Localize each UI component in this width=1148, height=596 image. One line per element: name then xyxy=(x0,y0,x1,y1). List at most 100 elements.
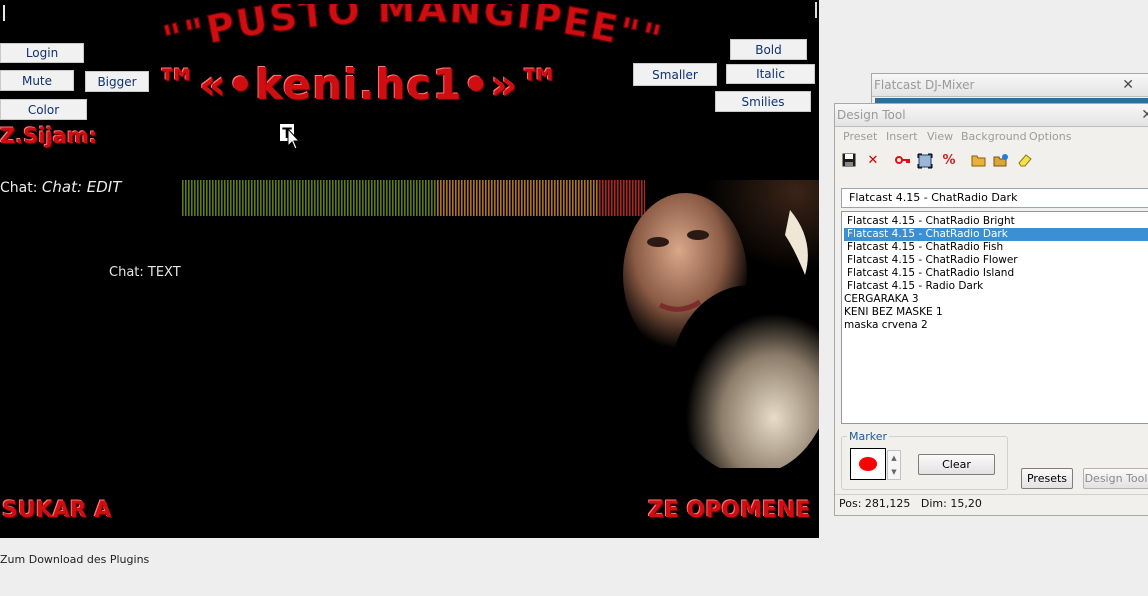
meter-stripe xyxy=(509,180,511,216)
status-dimension: Dim: 15,20 xyxy=(920,497,982,510)
meter-stripe xyxy=(500,180,502,216)
meter-stripe xyxy=(539,180,541,216)
preset-list-item[interactable]: KENI BEZ MASKE 1 xyxy=(842,306,1148,319)
preset-list-item[interactable]: Flatcast 4.15 - Radio Dark xyxy=(842,280,1148,293)
menu-view[interactable]: View xyxy=(927,130,953,143)
meter-stripe xyxy=(566,180,568,216)
meter-stripe xyxy=(557,180,559,216)
meter-stripe xyxy=(254,180,256,216)
meter-stripe xyxy=(347,180,349,216)
preset-list-item[interactable]: Flatcast 4.15 - ChatRadio Island xyxy=(842,267,1148,280)
menu-preset[interactable]: Preset xyxy=(843,130,877,143)
key-icon[interactable] xyxy=(895,153,911,169)
meter-stripe xyxy=(299,180,301,216)
dj-mixer-close-icon[interactable]: ✕ xyxy=(1122,74,1134,96)
preset-list-item[interactable]: Flatcast 4.15 - ChatRadio Flower xyxy=(842,254,1148,267)
menu-options[interactable]: Options xyxy=(1029,130,1071,143)
color-button[interactable]: Color xyxy=(0,99,87,120)
meter-stripe xyxy=(395,180,397,216)
meter-stripe xyxy=(320,180,322,216)
meter-stripe xyxy=(233,180,235,216)
mute-button[interactable]: Mute xyxy=(0,70,74,91)
preset-listbox[interactable]: Flatcast 4.15 - ChatRadio Bright Flatcas… xyxy=(841,211,1148,424)
meter-stripe xyxy=(419,180,421,216)
meter-stripe xyxy=(290,180,292,216)
marquee-left-text: SUKAR A xyxy=(2,498,112,523)
scrollbar-handle[interactable] xyxy=(813,2,819,18)
meter-stripe xyxy=(278,180,280,216)
meter-stripe xyxy=(371,180,373,216)
meter-stripe xyxy=(359,180,361,216)
design-tool-titlebar[interactable]: Design Tool ✕ xyxy=(835,104,1148,127)
marker-spinner[interactable]: ▲ ▼ xyxy=(887,450,901,480)
menu-insert[interactable]: Insert xyxy=(886,130,918,143)
meter-stripe xyxy=(572,180,574,216)
meter-stripe xyxy=(569,180,571,216)
login-button[interactable]: Login xyxy=(0,43,84,63)
design-tool-toolbar: ✕ % xyxy=(839,153,1059,171)
preset-list-item[interactable]: Flatcast 4.15 - ChatRadio Fish xyxy=(842,241,1148,254)
design-tool-button[interactable]: Design Tool xyxy=(1083,468,1148,489)
bold-button[interactable]: Bold xyxy=(730,39,807,60)
meter-stripe xyxy=(410,180,412,216)
meter-stripe xyxy=(269,180,271,216)
refresh-icon[interactable] xyxy=(993,153,1009,169)
dj-mixer-titlebar[interactable]: Flatcast DJ-Mixer ✕ xyxy=(872,74,1148,97)
meter-stripe xyxy=(563,180,565,216)
meter-stripe xyxy=(293,180,295,216)
meter-stripe xyxy=(365,180,367,216)
fit-icon[interactable] xyxy=(917,153,933,169)
portrait-image xyxy=(623,180,819,468)
marquee-right-text: ZE OPOMENE xyxy=(648,498,811,523)
italic-button[interactable]: Italic xyxy=(726,64,815,84)
meter-stripe xyxy=(197,180,199,216)
meter-stripe xyxy=(308,180,310,216)
preset-list-item-selected[interactable]: Flatcast 4.15 - ChatRadio Dark xyxy=(844,228,1148,241)
meter-stripe xyxy=(182,180,184,216)
chat-stage: ""PUSTO MANGIPEE"" ™«•keni.hc1•»™ Z.Sija… xyxy=(0,0,819,538)
delete-icon[interactable]: ✕ xyxy=(865,153,881,169)
meter-stripe xyxy=(584,180,586,216)
menu-background[interactable]: Background xyxy=(961,130,1027,143)
preset-list-item[interactable]: Flatcast 4.15 - ChatRadio Bright xyxy=(842,215,1148,228)
design-tool-close-icon[interactable]: ✕ xyxy=(1141,104,1148,126)
bigger-button[interactable]: Bigger xyxy=(85,71,149,92)
subtitle-keni: ™«•keni.hc1•»™ xyxy=(156,60,562,109)
meter-stripe xyxy=(287,180,289,216)
meter-stripe xyxy=(422,180,424,216)
meter-stripe xyxy=(593,180,595,216)
meter-stripe xyxy=(599,180,601,216)
chat-edit-field[interactable]: Chat: Chat: EDIT xyxy=(0,178,121,196)
clear-button[interactable]: Clear xyxy=(918,454,995,475)
preset-select[interactable]: Flatcast 4.15 - ChatRadio Dark xyxy=(841,188,1148,208)
meter-stripe xyxy=(383,180,385,216)
chat-edit-label: Chat: xyxy=(0,180,38,196)
marker-color-swatch[interactable] xyxy=(850,448,886,480)
meter-stripe xyxy=(479,180,481,216)
eraser-icon[interactable] xyxy=(1017,153,1033,169)
meter-stripe xyxy=(437,180,439,216)
meter-stripe xyxy=(515,180,517,216)
meter-stripe xyxy=(188,180,190,216)
percent-icon[interactable]: % xyxy=(941,153,957,169)
plugin-download-link[interactable]: Zum Download des Plugins xyxy=(0,553,149,566)
meter-stripe xyxy=(356,180,358,216)
meter-stripe xyxy=(392,180,394,216)
smilies-button[interactable]: Smilies xyxy=(715,91,811,112)
meter-stripe xyxy=(524,180,526,216)
meter-stripe xyxy=(377,180,379,216)
preset-list-item[interactable]: CERGARAKA 3 xyxy=(842,293,1148,306)
meter-stripe xyxy=(491,180,493,216)
meter-stripe xyxy=(449,180,451,216)
meter-stripe xyxy=(581,180,583,216)
open-folder-icon[interactable] xyxy=(971,153,987,169)
meter-stripe xyxy=(443,180,445,216)
preset-list-item[interactable]: maska crvena 2 xyxy=(842,319,1148,332)
meter-stripe xyxy=(530,180,532,216)
meter-stripe xyxy=(428,180,430,216)
chat-text-label: Chat: TEXT xyxy=(109,265,181,280)
save-icon[interactable] xyxy=(841,153,857,169)
meter-stripe xyxy=(215,180,217,216)
presets-button[interactable]: Presets xyxy=(1021,468,1073,489)
smaller-button[interactable]: Smaller xyxy=(633,63,717,86)
